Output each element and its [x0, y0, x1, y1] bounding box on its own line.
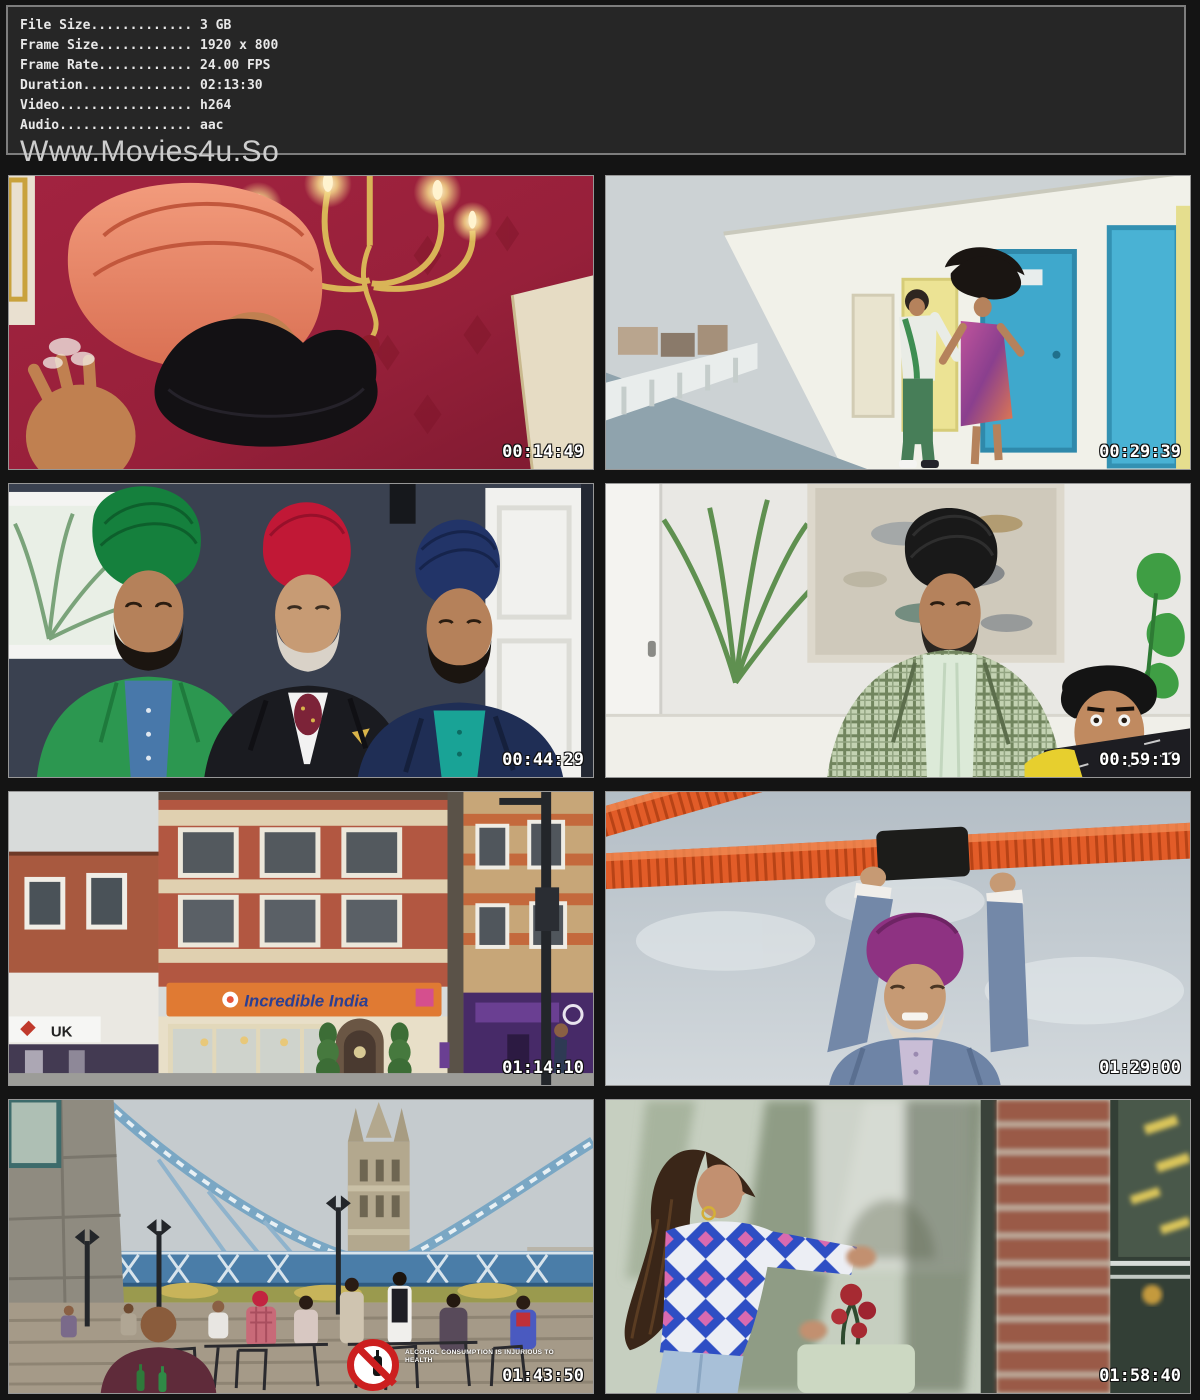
vest-man: [392, 1289, 408, 1323]
planter: [797, 1344, 915, 1393]
screenshot-thumb-6: 01:29:00: [605, 791, 1191, 1086]
purple-bin: [440, 1042, 450, 1068]
timestamp-2: 00:29:39: [1099, 442, 1181, 462]
blue-shirt: [125, 681, 173, 777]
pipe-coupling: [876, 826, 970, 880]
scene-hanging-pipe: [606, 792, 1190, 1085]
timestamp-7: 01:43:50: [502, 1366, 584, 1386]
timestamp-8: 01:58:40: [1099, 1366, 1181, 1386]
brick-column: [997, 1100, 1111, 1393]
right-building: [447, 792, 593, 1085]
left-building: UK: [9, 854, 158, 1085]
page: { "header": { "lines": [ "File Size.....…: [0, 0, 1200, 1400]
scene-living-room: [606, 484, 1190, 777]
duration-line: Duration.............. 02:13:30: [20, 76, 1184, 96]
frame-rate-line: Frame Rate............ 24.00 FPS: [20, 56, 1184, 76]
screenshot-thumb-3: 00:44:29: [8, 483, 594, 778]
lit-window-right: [1110, 1100, 1190, 1393]
uk-sign-text: UK: [51, 1023, 73, 1040]
mint-shirt: [923, 655, 977, 777]
timestamp-4: 00:59:19: [1099, 750, 1181, 770]
site-watermark: Www.Movies4u.So: [20, 137, 1184, 167]
timestamp-5: 01:14:10: [502, 1058, 584, 1078]
timestamp-3: 00:44:29: [502, 750, 584, 770]
lilac-shirt: [899, 1040, 933, 1085]
video-codec-line: Video................. h264: [20, 96, 1184, 116]
maroon-cravat: [294, 694, 322, 736]
file-size-line: File Size............. 3 GB: [20, 16, 1184, 36]
glass-window-corner: [9, 1100, 59, 1166]
screenshot-thumb-2: 00:29:39: [605, 175, 1191, 470]
reaching-hand: [846, 1246, 876, 1268]
window-frame: [981, 1100, 997, 1393]
no-alcohol-icon: [347, 1339, 399, 1391]
door-handle: [648, 641, 656, 657]
wall-speaker: [390, 484, 416, 524]
screenshot-thumb-7: ALCOHOL CONSUMPTION IS INJURIOUS TO HEAL…: [8, 1099, 594, 1394]
timestamp-1: 00:14:49: [502, 442, 584, 462]
frame-size-line: Frame Size............ 1920 x 800: [20, 36, 1184, 56]
scene-beach-huts: [606, 176, 1190, 469]
red-turban-man: [252, 1291, 268, 1307]
scene-london-street: UK Incredible India: [9, 792, 593, 1085]
long-black-beard: [154, 319, 377, 447]
teal-shirt: [434, 710, 486, 777]
screenshot-thumb-5: UK Incredible India: [8, 791, 594, 1086]
center-building: Incredible India: [158, 792, 447, 1085]
screenshot-thumb-1: 00:14:49: [8, 175, 594, 470]
scene-three-men-turbans: [9, 484, 593, 777]
left-wall-sliver: [9, 176, 35, 325]
audio-codec-line: Audio................. aac: [20, 116, 1184, 136]
file-info-panel: File Size............. 3 GB Frame Size..…: [6, 5, 1186, 155]
screenshot-thumb-4: 00:59:19: [605, 483, 1191, 778]
scene-motion-blur-run: [606, 1100, 1190, 1393]
scene-sadhu-red-room: [9, 176, 593, 469]
screenshot-thumb-8: 01:58:40: [605, 1099, 1191, 1394]
timestamp-6: 01:29:00: [1099, 1058, 1181, 1078]
right-arm: [987, 901, 1029, 1052]
incredible-india-sign-text: Incredible India: [244, 992, 368, 1011]
